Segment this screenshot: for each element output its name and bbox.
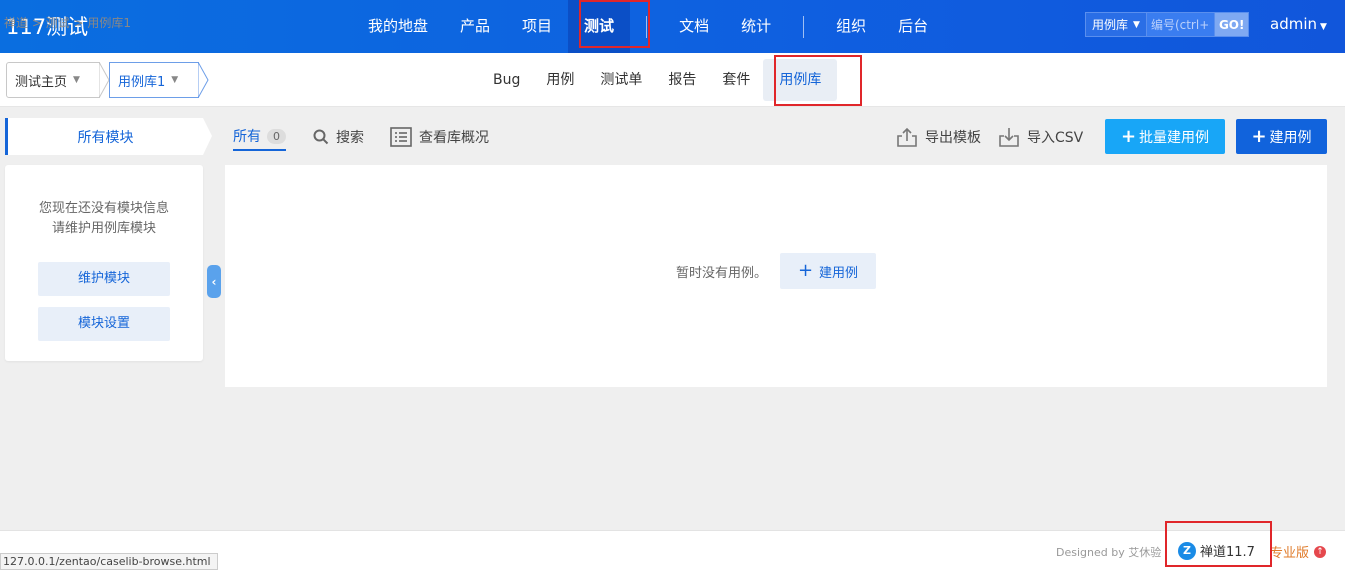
chevron-left-icon: ‹ <box>211 274 217 289</box>
filter-tab-label: 所有 <box>233 129 261 145</box>
nav-item-my[interactable]: 我的地盘 <box>352 0 444 53</box>
plus-icon: + <box>1120 125 1137 147</box>
create-case-label: 建用例 <box>1269 129 1312 146</box>
chevron-down-icon: ▼ <box>1320 22 1327 32</box>
subnav-case[interactable]: 用例 <box>533 59 587 101</box>
main-nav: 我的地盘 产品 项目 测试 文档 统计 组织 后台 <box>352 0 944 53</box>
breadcrumb-caselib[interactable]: 用例库1 ▼ <box>109 62 199 98</box>
zentao-logo-icon: Z <box>1178 541 1196 560</box>
export-template-label: 导出模板 <box>925 130 981 146</box>
sub-nav: Bug 用例 测试单 报告 套件 用例库 <box>480 53 838 107</box>
search-go-button[interactable]: GO! <box>1214 12 1250 37</box>
nav-item-project[interactable]: 项目 <box>506 0 568 53</box>
module-empty-line2: 请维护用例库模块 <box>51 221 156 236</box>
chevron-down-icon: ▼ <box>1133 19 1140 30</box>
create-case-button[interactable]: + 建用例 <box>1236 119 1327 154</box>
global-search: 用例库 ▼ GO! <box>1085 12 1250 37</box>
module-tree-header-arrow <box>203 118 212 155</box>
zentao-version-label: 禅道11.7 <box>1200 545 1255 560</box>
nav-item-report[interactable]: 统计 <box>725 0 787 53</box>
chevron-down-icon: ▼ <box>73 75 80 85</box>
subnav-bug[interactable]: Bug <box>480 59 533 101</box>
search-input[interactable] <box>1146 12 1215 37</box>
search-type-label: 用例库 <box>1092 18 1129 32</box>
breadcrumb-label: 测试主页 <box>15 74 68 90</box>
breadcrumb-label: 用例库1 <box>118 74 166 90</box>
module-empty-line1: 您现在还没有模块信息 <box>38 201 169 216</box>
subnav-suite[interactable]: 套件 <box>709 59 763 101</box>
search-toggle[interactable]: 搜索 <box>313 127 364 147</box>
sidebar-collapse-handle[interactable]: ‹ <box>207 265 221 298</box>
chevron-down-icon: ▼ <box>171 75 179 85</box>
browser-status-url: 127.0.0.1/zentao/caselib-browse.html <box>0 553 218 570</box>
empty-cases-message: 暂时没有用例。 <box>676 266 768 281</box>
subnav-report[interactable]: 报告 <box>655 59 709 101</box>
sub-header: 测试主页 ▼ 用例库1 ▼ Bug 用例 测试单 报告 套件 用例库 <box>0 53 1345 107</box>
top-header: 117测试 我的地盘 产品 项目 测试 文档 统计 组织 后台 用例库▼ GO!… <box>0 0 1345 53</box>
empty-create-case-button[interactable]: + 建用例 <box>780 253 876 289</box>
empty-create-label: 建用例 <box>819 265 859 281</box>
view-library-button[interactable]: 查看库概况 <box>390 127 489 147</box>
export-icon <box>897 127 917 147</box>
nav-item-doc[interactable]: 文档 <box>663 0 725 53</box>
nav-item-test[interactable]: 测试 <box>568 0 631 53</box>
user-menu[interactable]: admin ▼ <box>1270 15 1327 33</box>
subnav-caselib[interactable]: 用例库 <box>763 59 838 101</box>
count-badge: 0 <box>267 128 286 144</box>
pro-edition-label: 专业版 <box>1270 546 1310 561</box>
search-type-select[interactable]: 用例库 ▼ <box>1085 12 1147 37</box>
search-icon <box>313 129 329 145</box>
list-view-icon <box>390 127 412 147</box>
import-csv-button[interactable]: 导入CSV <box>998 127 1083 147</box>
plus-icon: + <box>1251 125 1267 147</box>
nav-divider <box>803 15 805 38</box>
case-list-panel <box>225 165 1327 387</box>
user-name: admin <box>1270 15 1317 33</box>
maintain-module-button[interactable]: 维护模块 <box>38 262 170 296</box>
module-tree-panel: 您现在还没有模块信息 请维护用例库模块 维护模块 模块设置 <box>5 165 203 361</box>
import-icon <box>999 128 1019 147</box>
pro-edition-link[interactable]: 专业版 ↑ <box>1270 542 1327 561</box>
module-settings-button[interactable]: 模块设置 <box>38 307 170 341</box>
module-empty-message: 您现在还没有模块信息 请维护用例库模块 <box>5 199 203 239</box>
footer-breadcrumb: 禅道 > 测试 > 用例库1 <box>4 16 132 30</box>
export-template-button[interactable]: 导出模板 <box>896 127 981 147</box>
designed-by-text: Designed by 艾休验 <box>1056 546 1162 559</box>
module-tree-header[interactable]: 所有模块 <box>5 118 203 155</box>
batch-create-case-button[interactable]: + 批量建用例 <box>1105 119 1225 154</box>
upgrade-arrow-icon: ↑ <box>1314 545 1327 558</box>
nav-item-company[interactable]: 组织 <box>820 0 882 53</box>
subnav-testtask[interactable]: 测试单 <box>587 59 655 101</box>
filter-tab-all[interactable]: 所有 0 <box>233 126 286 151</box>
nav-item-product[interactable]: 产品 <box>444 0 506 53</box>
search-toggle-label: 搜索 <box>336 130 364 146</box>
nav-item-admin[interactable]: 后台 <box>882 0 944 53</box>
zentao-version-link[interactable]: Z 禅道11.7 <box>1178 541 1255 560</box>
import-csv-label: 导入CSV <box>1027 130 1084 146</box>
plus-icon: + <box>797 260 814 281</box>
breadcrumb-arrow-icon <box>198 62 209 98</box>
nav-divider <box>646 15 648 38</box>
batch-create-label: 批量建用例 <box>1139 129 1210 146</box>
view-library-label: 查看库概况 <box>419 130 489 146</box>
breadcrumb-test-home[interactable]: 测试主页 ▼ <box>6 62 100 98</box>
